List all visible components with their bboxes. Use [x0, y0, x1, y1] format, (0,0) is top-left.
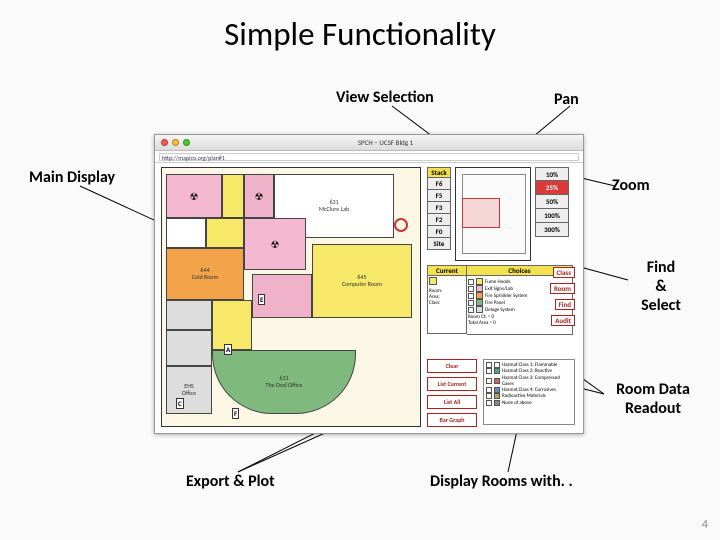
app-window: SPCH – UCSF Bldg 1 http://mapico.org/pla… [154, 134, 584, 434]
checkbox-icon[interactable] [468, 300, 474, 306]
choice-swatch [476, 306, 483, 313]
export-panel: Clear List Current List All Bar Graph [427, 359, 477, 427]
checkbox-icon[interactable] [486, 400, 492, 406]
checkbox-icon[interactable] [486, 378, 492, 384]
current-box: Room: Area: Class: [427, 276, 467, 334]
checkbox-icon[interactable] [486, 393, 492, 399]
choice-label: Fire Panel [485, 300, 505, 306]
checkbox-icon[interactable] [468, 279, 474, 285]
disp-swatch [494, 400, 500, 406]
checkbox-icon[interactable] [468, 307, 474, 313]
stack-button[interactable]: F0 [427, 226, 451, 238]
stack-button[interactable]: Site [427, 238, 451, 250]
choice-swatch [476, 292, 483, 299]
bar-graph-button[interactable]: Bar Graph [427, 413, 477, 427]
class-button[interactable]: Class [553, 267, 575, 278]
zoom-button-selected[interactable]: 25% [535, 181, 569, 195]
disp-label: None of above [502, 400, 532, 406]
annot-room-data: Room DataReadout [598, 380, 708, 418]
annot-display-rooms: Display Rooms with. . [430, 472, 573, 491]
choice-label: Exit Signs/Lab [485, 286, 513, 292]
url-field[interactable]: http://mapico.org/plan#1 [159, 153, 579, 161]
disp-swatch [494, 362, 500, 368]
marker-c: C [176, 398, 184, 409]
stack-header: Stack [427, 167, 451, 178]
zoom-button[interactable]: 50% [535, 195, 569, 209]
zoom-button[interactable]: 10% [535, 167, 569, 181]
window-title: SPCH – UCSF Bldg 1 [194, 138, 577, 147]
radiation-icon: ☢ [190, 190, 199, 203]
audit-button[interactable]: Audit [551, 315, 575, 326]
list-all-button[interactable]: List All [427, 395, 477, 409]
choice-label: Deluge System [485, 307, 515, 313]
stack-button[interactable]: F2 [427, 214, 451, 226]
zoom-panel: 10% 25% 50% 100% 300% [535, 167, 569, 237]
app-body: ☢ ☢ 631McClure Lab ☢ 644Cold Room 645Com… [155, 163, 583, 433]
stack-button[interactable]: F5 [427, 190, 451, 202]
choice-label: Fume Hoods [485, 279, 511, 285]
find-button[interactable]: Find [555, 299, 575, 310]
annot-zoom: Zoom [612, 176, 650, 195]
checkbox-icon[interactable] [486, 368, 492, 374]
window-titlebar: SPCH – UCSF Bldg 1 [155, 135, 583, 151]
zoom-button[interactable]: 100% [535, 209, 569, 223]
annot-pan: Pan [554, 90, 579, 109]
room-label: 644Cold Room [192, 267, 219, 280]
disp-swatch [494, 378, 500, 384]
zoom-icon[interactable] [183, 139, 190, 146]
radiation-icon: ☢ [271, 238, 280, 251]
current-header: Current [427, 265, 467, 276]
stack-button[interactable]: F3 [427, 202, 451, 214]
room-label: 631The Oval Office [266, 375, 303, 388]
checkbox-icon[interactable] [486, 387, 492, 393]
main-display[interactable]: ☢ ☢ 631McClure Lab ☢ 644Cold Room 645Com… [161, 167, 421, 427]
total-area: Total Area = 0 [468, 320, 496, 326]
page-number: 4 [702, 518, 708, 532]
marker-e: E [258, 294, 265, 305]
pan-panel[interactable] [455, 167, 531, 261]
disp-label: Hazmat Class 3: Compressed Gases [502, 375, 572, 388]
current-swatch [429, 277, 437, 285]
room-label: EHSOffice [182, 383, 196, 396]
disp-swatch [494, 368, 500, 374]
room-label: 631McClure Lab [319, 199, 349, 212]
stack-button[interactable]: F6 [427, 178, 451, 190]
checkbox-icon[interactable] [468, 293, 474, 299]
no-smoking-icon [394, 218, 408, 232]
list-current-button[interactable]: List Current [427, 377, 477, 391]
current-class-label: Class: [429, 300, 440, 306]
disp-swatch [494, 393, 500, 399]
pan-viewport[interactable] [462, 198, 500, 228]
choice-label: Fire Sprinkler System [485, 293, 527, 299]
slide-title: Simple Functionality [0, 14, 720, 54]
choice-swatch [476, 285, 483, 292]
room-button[interactable]: Room [550, 283, 575, 294]
annot-find-select: Find&Select [626, 258, 696, 315]
url-bar: http://mapico.org/plan#1 [155, 151, 583, 163]
checkbox-icon[interactable] [468, 286, 474, 292]
close-icon[interactable] [161, 139, 168, 146]
room-label: 645Computer Room [342, 274, 382, 287]
annot-export: Export & Plot [186, 472, 275, 491]
disp-swatch [494, 387, 500, 393]
clear-button[interactable]: Clear [427, 359, 477, 373]
annot-view-selection: View Selection [336, 88, 434, 107]
checkbox-icon[interactable] [486, 362, 492, 368]
annot-main-display: Main Display [29, 168, 115, 187]
choice-swatch [476, 278, 483, 285]
view-selection-panel: Stack F6 F5 F3 F2 F0 Site [427, 167, 451, 250]
marker-f: F [232, 408, 239, 419]
marker-a: A [224, 344, 232, 355]
radiation-icon: ☢ [255, 190, 264, 203]
display-rooms-panel: Hazmat Class 1: Flammable Hazmat Class 2… [483, 359, 575, 425]
zoom-button[interactable]: 300% [535, 223, 569, 237]
choice-swatch [476, 299, 483, 306]
minimize-icon[interactable] [172, 139, 179, 146]
